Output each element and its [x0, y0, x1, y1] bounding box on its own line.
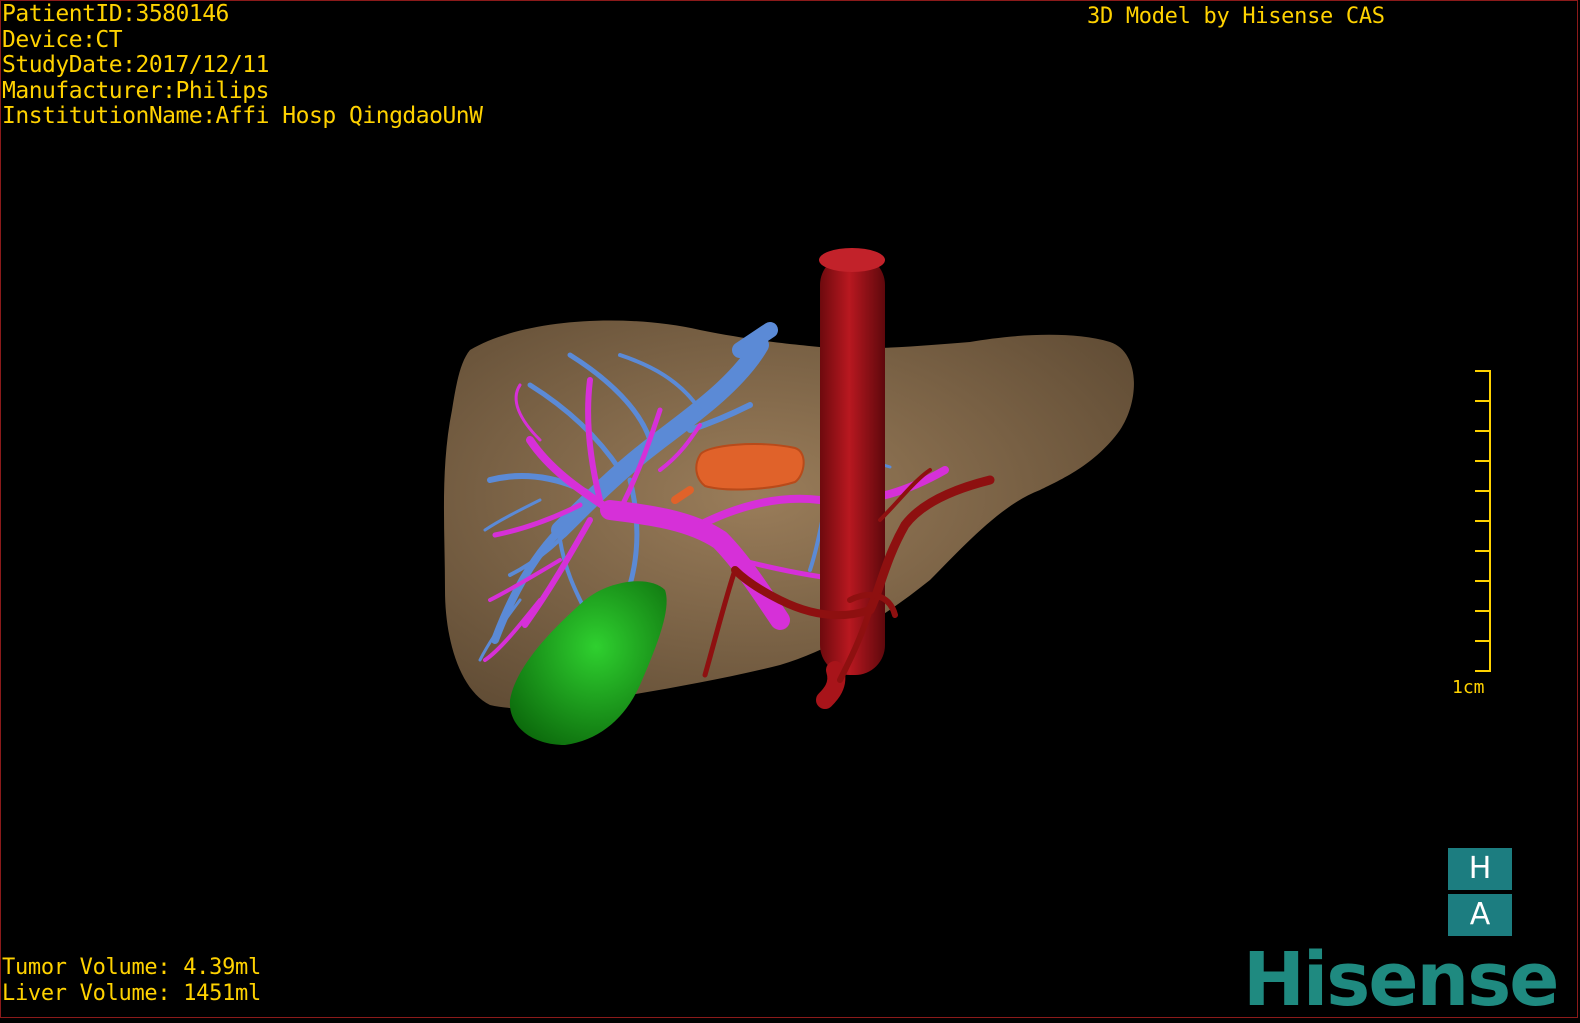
manufacturer: Manufacturer:Philips	[2, 77, 269, 104]
liver-volume: Liver Volume: 1451ml	[2, 981, 261, 1006]
vena-cava-top	[819, 248, 885, 272]
volume-info: Tumor Volume: 4.39ml Liver Volume: 1451m…	[2, 955, 261, 1007]
orientation-cube[interactable]: H A	[1448, 848, 1512, 936]
patient-id: PatientID:3580146	[2, 1, 229, 27]
model-title: 3D Model by Hisense CAS	[1087, 4, 1385, 29]
tumor-model[interactable]	[695, 443, 805, 491]
hisense-logo: Hisense	[1243, 937, 1559, 1023]
3d-model-viewport[interactable]	[0, 150, 1400, 930]
study-date: StudyDate:2017/12/11	[2, 52, 269, 78]
tumor-volume: Tumor Volume: 4.39ml	[2, 955, 261, 980]
patient-info-overlay: PatientID:3580146 Device:CT StudyDate:20…	[2, 1, 483, 130]
scale-bar	[1475, 370, 1491, 672]
institution-name: InstitutionName:Affi Hosp QingdaoUnW	[2, 103, 483, 129]
orientation-top-label: H	[1468, 851, 1492, 886]
vena-cava-bottom	[816, 661, 846, 709]
orientation-bottom-label: A	[1469, 897, 1491, 932]
device: Device:CT	[2, 26, 123, 53]
scale-label: 1cm	[1452, 677, 1485, 698]
